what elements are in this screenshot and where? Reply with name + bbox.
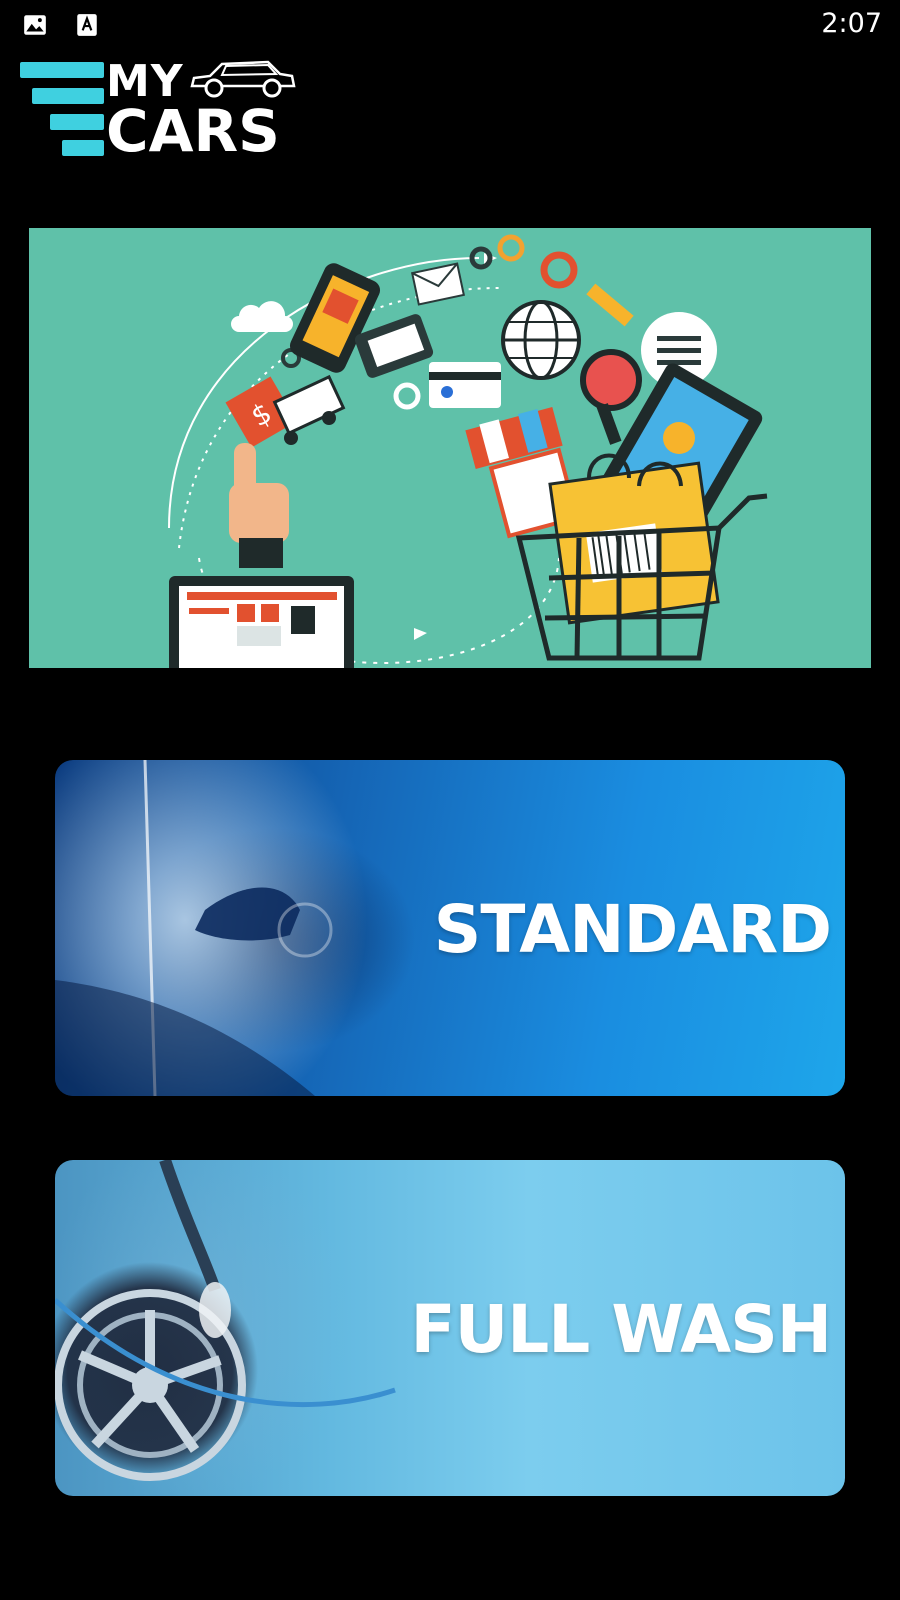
status-icons [22,12,100,38]
full-wash-label: FULL WASH [410,1291,832,1368]
full-wash-service-card[interactable]: FULL WASH [55,1160,845,1496]
image-icon [24,15,46,35]
standard-label: STANDARD [433,891,832,968]
logo-text-cars: CARS [106,97,280,165]
ecommerce-illustration: $ [29,228,871,668]
status-bar: 2:07 [0,0,900,50]
standard-service-card[interactable]: STANDARD [55,760,845,1096]
status-time: 2:07 [821,8,882,39]
text-a-icon [77,14,97,36]
app-logo[interactable]: MY CARS [20,56,330,166]
promo-banner[interactable]: $ [29,228,871,668]
car-icon [190,60,296,98]
